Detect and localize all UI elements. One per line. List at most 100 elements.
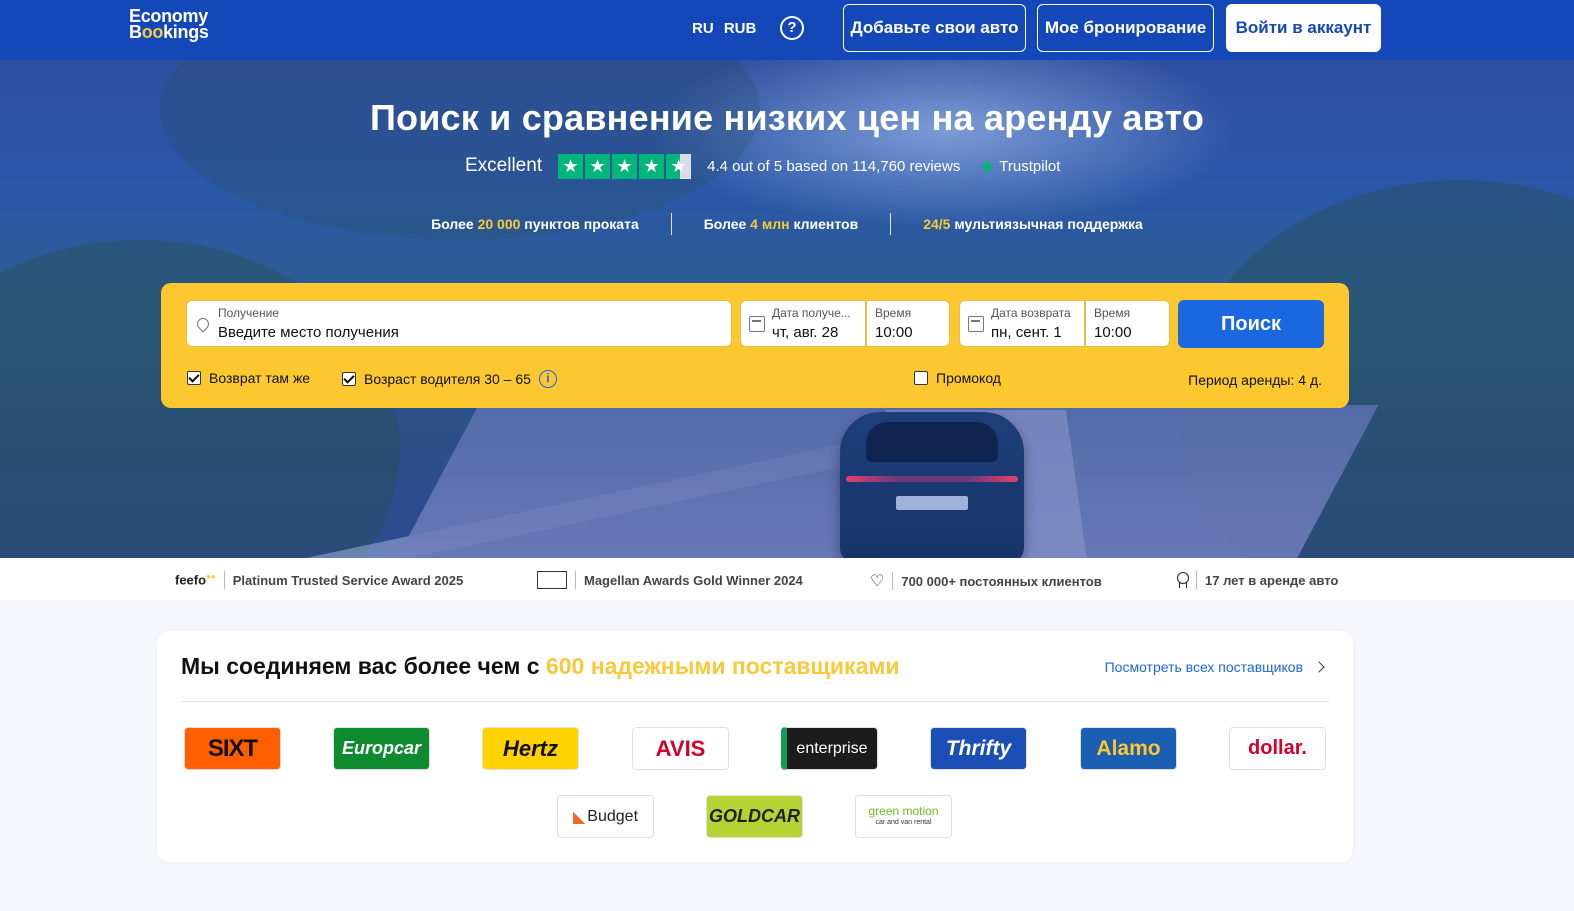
top-header: Economy Bookings RU RUB ? Добавьте свои …	[0, 0, 1574, 60]
same-return-checkbox[interactable]: Возврат там же	[187, 370, 310, 386]
supplier-logo-goldcar[interactable]: GOLDCAR	[706, 795, 803, 838]
trustpilot-rating[interactable]: Excellent ★ ★ ★ ★ ★ 4.4 out of 5 based o…	[465, 152, 1060, 180]
rating-text: 4.4 out of 5 based on 114,760 reviews	[707, 157, 961, 175]
chevron-right-icon[interactable]	[1313, 661, 1325, 673]
promo-code-label: Промокод	[936, 370, 1001, 386]
supplier-logo-budget[interactable]: ◣ Budget	[557, 795, 654, 838]
car-tail-lights	[846, 476, 1018, 482]
language-currency-selector[interactable]: RU RUB	[692, 20, 762, 37]
logo-line-2: Bookings	[129, 22, 209, 42]
rental-period: Период аренды: 4 д.	[1188, 372, 1322, 388]
supplier-logo-alamo[interactable]: Alamo	[1080, 727, 1177, 770]
supplier-logo-enterprise[interactable]: enterprise	[781, 727, 878, 770]
car-license-plate	[896, 496, 968, 510]
stat-support: 24/5 мультиязычная поддержка	[891, 213, 1175, 235]
green-motion-text: green motion	[868, 803, 939, 818]
checkbox-unchecked-icon	[914, 371, 928, 385]
driver-age-label: Возраст водителя 30 – 65	[364, 371, 531, 387]
logo-text-b: B	[129, 22, 142, 42]
logo-text-oo: oo	[141, 22, 164, 42]
location-pin-icon	[194, 315, 212, 333]
pickup-date-field[interactable]: Дата получе... чт, авг. 28	[740, 300, 866, 347]
suppliers-title-pre: Мы соединяем вас более чем с	[181, 653, 546, 679]
stat-support-post: мультиязычная поддержка	[950, 216, 1143, 232]
award-feefo-text: Platinum Trusted Service Award 2025	[232, 572, 464, 588]
star-icon: ★	[558, 153, 584, 179]
return-time-field[interactable]: Время 10:00	[1085, 300, 1170, 347]
promo-code-checkbox[interactable]: Промокод	[914, 370, 1001, 386]
award-magellan-text: Magellan Awards Gold Winner 2024	[584, 572, 803, 588]
stat-locations-pre: Более	[431, 216, 478, 232]
rating-word: Excellent	[465, 155, 543, 176]
budget-text: Budget	[587, 807, 639, 825]
pickup-time-value: 10:00	[875, 324, 913, 341]
stat-clients-post: клиентов	[789, 216, 859, 232]
pickup-time-field[interactable]: Время 10:00	[866, 300, 950, 347]
half-star-icon: ★	[666, 153, 692, 179]
return-date-field[interactable]: Дата возврата пн, сент. 1	[959, 300, 1085, 347]
supplier-logo-green-motion[interactable]: green motion car and van rental	[855, 795, 952, 838]
magellan-logo-icon	[537, 571, 567, 589]
award-separator	[1196, 571, 1197, 589]
feefo-brand: feefo	[175, 572, 207, 588]
see-all-suppliers-link[interactable]: Посмотреть всех поставщиков	[1105, 659, 1303, 675]
supplier-logo-hertz[interactable]: Hertz	[482, 727, 579, 770]
return-date-value: пн, сент. 1	[991, 324, 1062, 341]
my-booking-button[interactable]: Мое бронирование	[1037, 4, 1214, 52]
checkbox-checked-icon	[187, 371, 201, 385]
award-years: 17 лет в аренде авто	[1176, 571, 1338, 589]
driver-age-checkbox[interactable]: Возраст водителя 30 – 65 i	[342, 370, 557, 388]
help-question-icon[interactable]: ?	[780, 16, 804, 40]
language-code: RU	[692, 20, 714, 37]
suppliers-title: Мы соединяем вас более чем с 600 надежны…	[181, 653, 900, 680]
stat-support-value: 24/5	[923, 216, 951, 232]
add-your-car-button[interactable]: Добавьте свои авто	[843, 4, 1026, 52]
heart-icon: ♡	[870, 573, 885, 590]
calendar-icon	[749, 316, 765, 332]
stat-clients: Более 4 млн клиентов	[672, 213, 892, 235]
card-divider	[181, 701, 1329, 702]
supplier-logo-europcar[interactable]: Europcar	[333, 727, 430, 770]
supplier-logo-thrifty[interactable]: Thrifty	[930, 727, 1027, 770]
return-date-label: Дата возврата	[991, 306, 1071, 320]
same-return-label: Возврат там же	[209, 370, 311, 386]
stat-locations: Более 20 000 пунктов проката	[399, 213, 672, 235]
login-button[interactable]: Войти в аккаунт	[1226, 4, 1381, 52]
economy-bookings-logo[interactable]: Economy Bookings	[129, 7, 209, 42]
supplier-logo-sixt[interactable]: SIXT	[184, 727, 281, 770]
pickup-location-field[interactable]: Получение Введите место получения	[186, 300, 732, 347]
stat-locations-post: пунктов проката	[520, 216, 639, 232]
star-icon: ★	[585, 153, 611, 179]
return-time-label: Время	[1094, 306, 1131, 320]
return-time-value: 10:00	[1094, 324, 1132, 341]
supplier-logo-avis[interactable]: AVIS	[632, 727, 729, 770]
pickup-label: Получение	[218, 306, 279, 320]
rating-stars: ★ ★ ★ ★ ★	[558, 153, 692, 179]
car-rear-window	[866, 422, 998, 462]
award-feefo: feefo●● Platinum Trusted Service Award 2…	[175, 571, 463, 589]
hero-car-image	[840, 412, 1024, 558]
pickup-location-input[interactable]: Введите место получения	[218, 324, 399, 341]
hero-title: Поиск и сравнение низких цен на аренду а…	[369, 97, 1205, 138]
pickup-date-value: чт, авг. 28	[772, 324, 839, 341]
budget-mark-icon: ◣	[572, 808, 586, 826]
star-icon: ★	[639, 153, 665, 179]
award-clients-text: 700 000+ постоянных клиентов	[901, 573, 1102, 589]
hero-stats: Более 20 000 пунктов проката Более 4 млн…	[0, 213, 1574, 235]
feefo-logo: feefo●●	[175, 572, 216, 588]
logo-text-kings: kings	[163, 22, 209, 42]
suppliers-card: Мы соединяем вас более чем с 600 надежны…	[157, 631, 1353, 862]
suppliers-title-highlight: 600 надежными поставщиками	[545, 653, 900, 679]
supplier-logo-dollar[interactable]: dollar.	[1229, 727, 1326, 770]
green-motion-tagline: car and van rental	[875, 818, 932, 826]
checkbox-checked-icon	[342, 372, 356, 386]
info-icon[interactable]: i	[538, 370, 557, 388]
search-button[interactable]: Поиск	[1178, 300, 1324, 348]
star-icon: ★	[612, 153, 638, 179]
medal-icon	[1176, 572, 1189, 588]
award-clients: ♡ 700 000+ постоянных клиентов	[870, 571, 1102, 591]
award-years-text: 17 лет в аренде авто	[1205, 572, 1339, 588]
search-panel: Получение Введите место получения Дата п…	[161, 283, 1349, 408]
award-magellan: Magellan Awards Gold Winner 2024	[537, 571, 803, 589]
stat-clients-value: 4 млн	[750, 216, 790, 232]
